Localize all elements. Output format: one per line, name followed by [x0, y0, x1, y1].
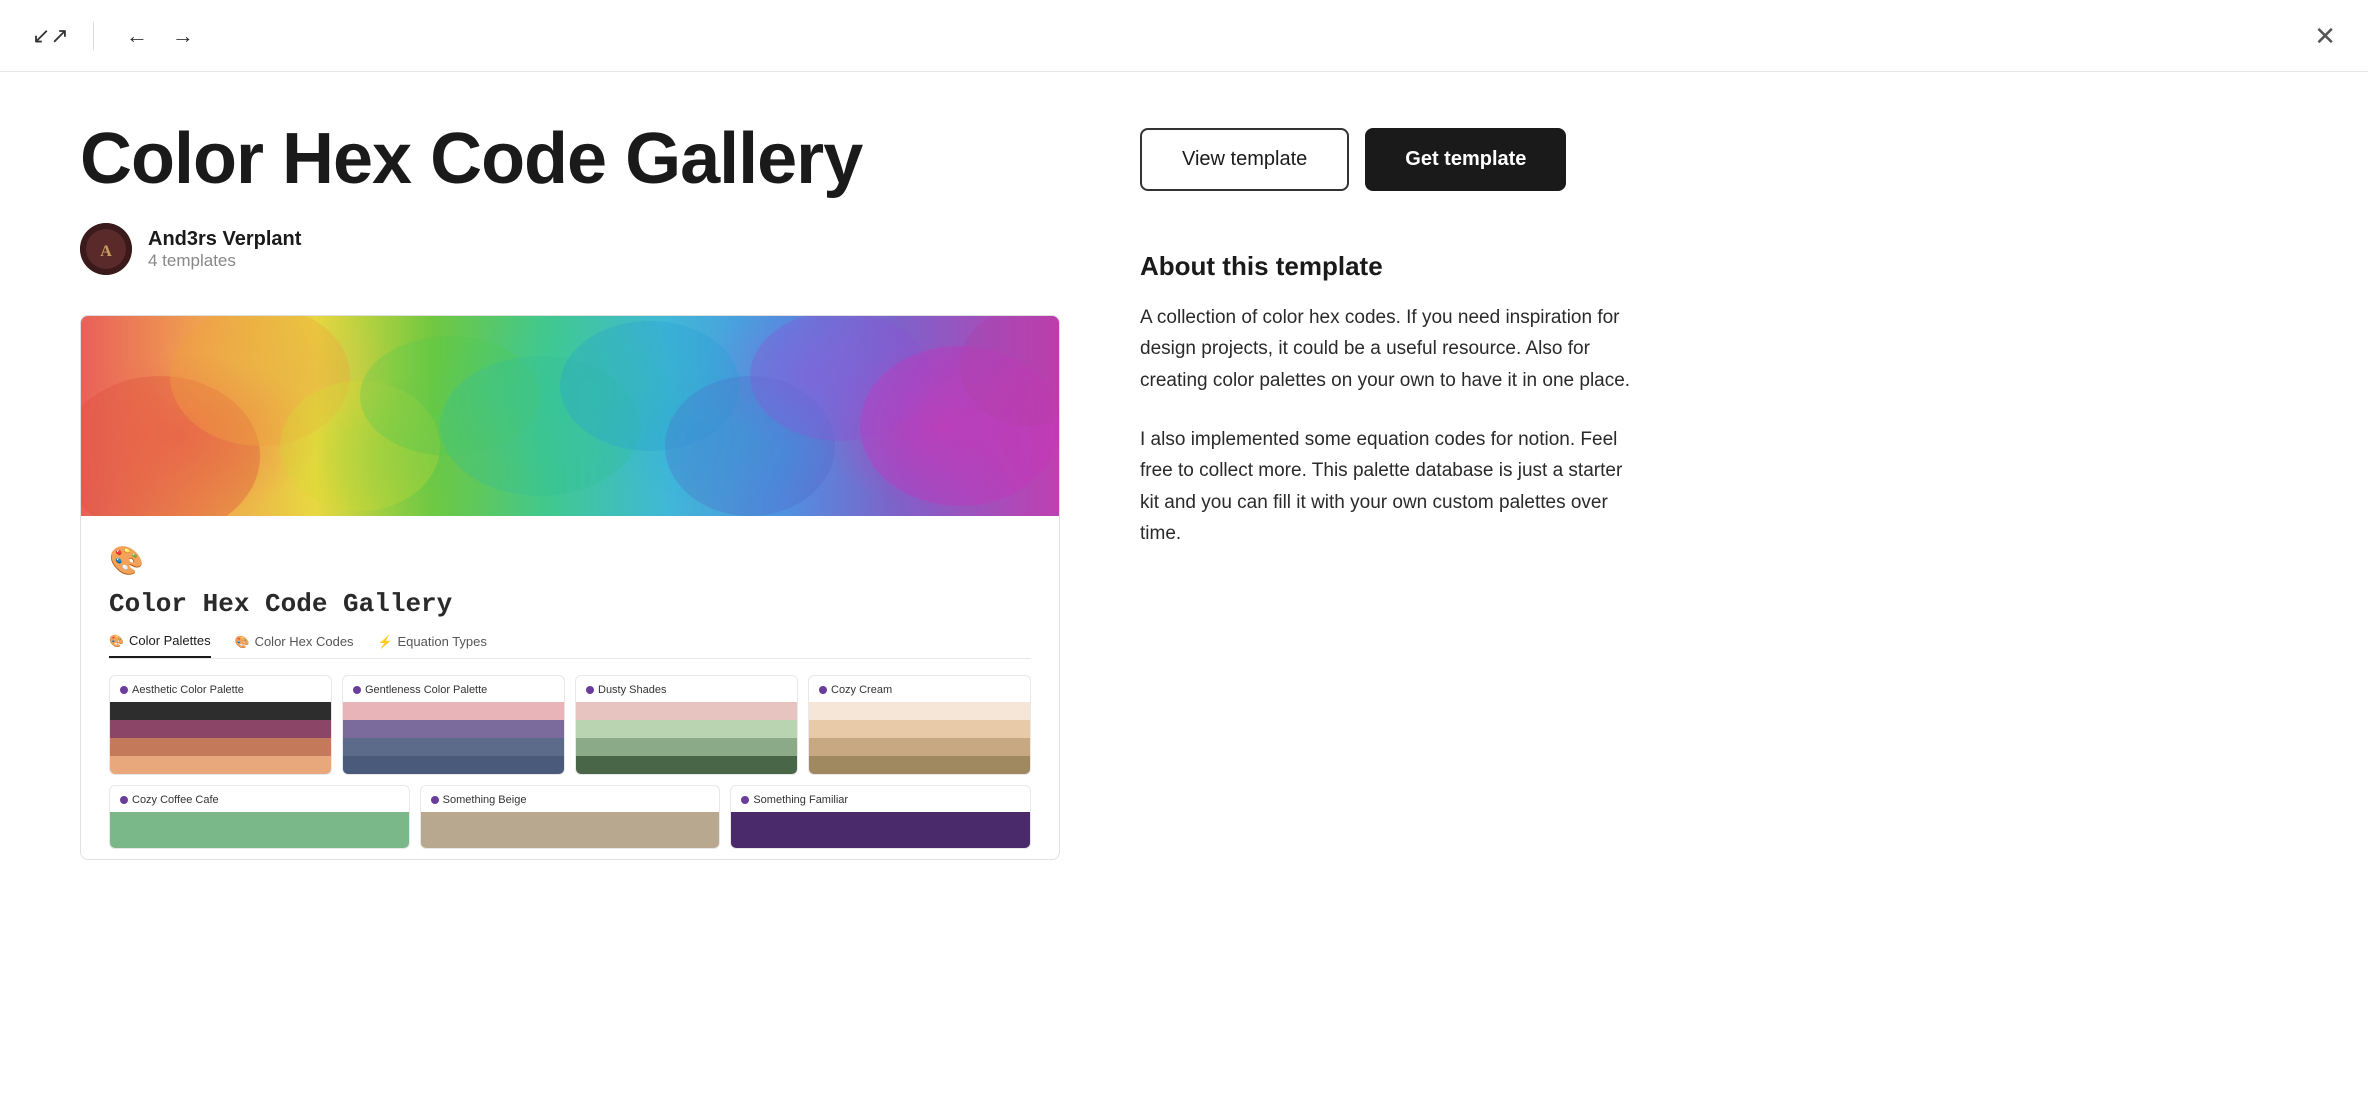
palette-title-familiar: Something Familiar: [731, 786, 1030, 812]
swatch: [731, 812, 1030, 848]
author-info: And3rs Verplant 4 templates: [148, 228, 301, 271]
get-template-button[interactable]: Get template: [1365, 128, 1566, 191]
palette-dot: [586, 686, 594, 694]
palette-name-familiar: Something Familiar: [753, 794, 848, 806]
palette-card-dusty: Dusty Shades: [575, 675, 798, 775]
tab-palettes-icon: 🎨: [109, 634, 124, 648]
palette-name-dusty: Dusty Shades: [598, 684, 666, 696]
palette-name-beige: Something Beige: [443, 794, 527, 806]
swatch: [809, 720, 1030, 738]
palette-card-aesthetic: Aesthetic Color Palette: [109, 675, 332, 775]
palette-card-coffee: Cozy Coffee Cafe: [109, 785, 410, 849]
swatch: [110, 812, 409, 848]
main-content: Color Hex Code Gallery A And3rs Verplant…: [0, 72, 2368, 1108]
swatch: [343, 720, 564, 738]
preview-icon-row: 🎨: [109, 544, 1031, 577]
tab-palettes-label: Color Palettes: [129, 633, 211, 648]
preview-container: 🎨 Color Hex Code Gallery 🎨 Color Palette…: [80, 315, 1060, 860]
preview-body: 🎨 Color Hex Code Gallery 🎨 Color Palette…: [81, 516, 1059, 859]
swatch: [421, 812, 720, 848]
tab-hex-label: Color Hex Codes: [255, 634, 354, 649]
palette-grid: Aesthetic Color Palette Gentleness Color…: [109, 675, 1031, 785]
swatch: [576, 702, 797, 720]
palette-card-cozy-cream: Cozy Cream: [808, 675, 1031, 775]
swatch: [809, 702, 1030, 720]
palette-dot: [431, 796, 439, 804]
swatch: [343, 738, 564, 756]
palette-dot: [120, 686, 128, 694]
preview-db-title: Color Hex Code Gallery: [109, 589, 1031, 619]
palette-grid-bottom: Cozy Coffee Cafe Something Beige: [109, 785, 1031, 859]
top-navigation: ↙↗ ← → ✕: [0, 0, 2368, 72]
palette-title-gentleness: Gentleness Color Palette: [343, 676, 564, 702]
nav-divider: [93, 22, 94, 50]
left-panel: Color Hex Code Gallery A And3rs Verplant…: [80, 120, 1060, 1108]
tab-color-palettes[interactable]: 🎨 Color Palettes: [109, 633, 211, 658]
author-templates: 4 templates: [148, 251, 301, 271]
right-panel: View template Get template About this te…: [1140, 120, 1640, 1108]
avatar: A: [80, 223, 132, 275]
palette-dot: [819, 686, 827, 694]
swatch: [110, 738, 331, 756]
palette-name-cozy-cream: Cozy Cream: [831, 684, 892, 696]
back-button[interactable]: ←: [118, 19, 156, 53]
author-row: A And3rs Verplant 4 templates: [80, 223, 1060, 275]
tab-hex-icon: 🎨: [235, 635, 250, 649]
tab-color-hex-codes[interactable]: 🎨 Color Hex Codes: [235, 633, 354, 658]
swatch: [343, 702, 564, 720]
swatch: [809, 756, 1030, 774]
tab-eq-label: Equation Types: [398, 634, 487, 649]
palette-name-gentleness: Gentleness Color Palette: [365, 684, 487, 696]
palette-title-dusty: Dusty Shades: [576, 676, 797, 702]
palette-card-beige: Something Beige: [420, 785, 721, 849]
swatch: [576, 738, 797, 756]
tab-equation-types[interactable]: ⚡ Equation Types: [378, 633, 487, 658]
palette-card-gentleness: Gentleness Color Palette: [342, 675, 565, 775]
palette-name-aesthetic: Aesthetic Color Palette: [132, 684, 244, 696]
palette-name-coffee: Cozy Coffee Cafe: [132, 794, 219, 806]
preview-tabs: 🎨 Color Palettes 🎨 Color Hex Codes ⚡ Equ…: [109, 633, 1031, 659]
palette-title-coffee: Cozy Coffee Cafe: [110, 786, 409, 812]
palette-title-aesthetic: Aesthetic Color Palette: [110, 676, 331, 702]
close-button[interactable]: ✕: [2314, 23, 2336, 49]
svg-text:A: A: [100, 243, 112, 260]
preview-header-image: [81, 316, 1059, 516]
swatch: [576, 720, 797, 738]
tab-eq-icon: ⚡: [378, 635, 393, 649]
view-template-button[interactable]: View template: [1140, 128, 1349, 191]
palette-dot: [120, 796, 128, 804]
swatch: [809, 738, 1030, 756]
swatch: [576, 756, 797, 774]
palette-title-beige: Something Beige: [421, 786, 720, 812]
about-paragraph-2: I also implemented some equation codes f…: [1140, 424, 1640, 549]
author-name: And3rs Verplant: [148, 228, 301, 251]
about-paragraph-1: A collection of color hex codes. If you …: [1140, 302, 1640, 396]
action-buttons: View template Get template: [1140, 128, 1640, 191]
swatch: [110, 720, 331, 738]
swatch: [110, 702, 331, 720]
page-title: Color Hex Code Gallery: [80, 120, 1060, 199]
palette-dot: [741, 796, 749, 804]
preview-paint-icon: 🎨: [109, 544, 144, 577]
swatch: [343, 756, 564, 774]
forward-button[interactable]: →: [164, 19, 202, 53]
palette-dot: [353, 686, 361, 694]
swatch: [110, 756, 331, 774]
about-title: About this template: [1140, 251, 1640, 282]
expand-icon[interactable]: ↙↗: [32, 23, 69, 49]
palette-title-cozy-cream: Cozy Cream: [809, 676, 1030, 702]
palette-card-familiar: Something Familiar: [730, 785, 1031, 849]
